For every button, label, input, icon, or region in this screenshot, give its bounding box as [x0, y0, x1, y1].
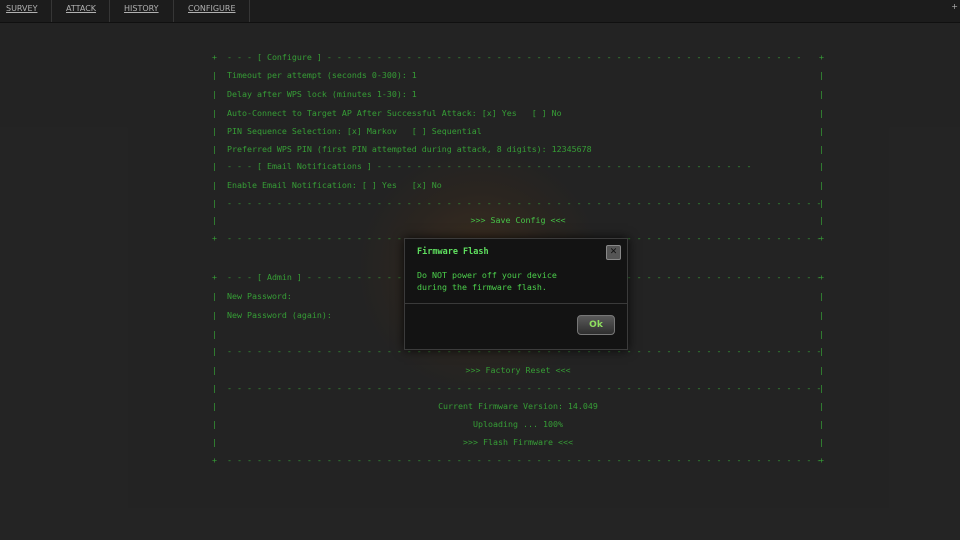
preferred-pin-row[interactable]: | Preferred WPS PIN (first PIN attempted…	[212, 143, 824, 155]
configure-header: + - - - [ Configure ] - - - - - - - - - …	[212, 52, 824, 62]
email-enable-row[interactable]: | Enable Email Notification: [ ] Yes [x]…	[212, 179, 824, 191]
delay-row[interactable]: | Delay after WPS lock (minutes 1-30): 1…	[212, 88, 824, 100]
nav-configure[interactable]: CONFIGURE	[174, 0, 250, 22]
close-icon[interactable]: ✕	[606, 245, 621, 260]
dialog-title: Firmware Flash	[417, 247, 489, 257]
admin-rule-2: | - - - - - - - - - - - - - - - - - - - …	[212, 383, 824, 393]
save-config-button[interactable]: >>> Save Config <<<	[212, 214, 824, 226]
top-navigation: SURVEY ATTACK HISTORY CONFIGURE +	[0, 0, 960, 23]
ok-button[interactable]: Ok	[577, 315, 615, 335]
admin-bottom: + - - - - - - - - - - - - - - - - - - - …	[212, 455, 824, 465]
corner-marker: +	[951, 2, 958, 11]
firmware-version: Current Firmware Version: 14.049	[438, 401, 598, 411]
dialog-divider	[405, 303, 627, 304]
firmware-flash-dialog: Firmware Flash ✕ Do NOT power off your d…	[404, 238, 628, 350]
uploading-row: | Uploading ... 100% |	[212, 419, 824, 429]
flash-firmware-button[interactable]: >>> Flash Firmware <<<	[212, 436, 824, 448]
save-config-row: | >>> Save Config <<< |	[212, 214, 824, 226]
firmware-version-row: | Current Firmware Version: 14.049 |	[212, 401, 824, 411]
autoconnect-row[interactable]: | Auto-Connect to Target AP After Succes…	[212, 107, 824, 119]
nav-attack[interactable]: ATTACK	[52, 0, 110, 22]
pin-sequence-row[interactable]: | PIN Sequence Selection: [x] Markov [ ]…	[212, 125, 824, 137]
timeout-row[interactable]: | Timeout per attempt (seconds 0-300): 1…	[212, 69, 824, 81]
dialog-message: Do NOT power off your device during the …	[417, 270, 557, 292]
upload-status: Uploading ... 100%	[473, 419, 563, 429]
nav-history[interactable]: HISTORY	[110, 0, 174, 22]
factory-reset-button[interactable]: >>> Factory Reset <<<	[212, 364, 824, 376]
factory-reset-row: | >>> Factory Reset <<< |	[212, 364, 824, 376]
flash-firmware-row: | >>> Flash Firmware <<< |	[212, 436, 824, 448]
configure-rule: | - - - - - - - - - - - - - - - - - - - …	[212, 198, 824, 208]
nav-survey[interactable]: SURVEY	[0, 0, 52, 22]
email-header: | - - - [ Email Notifications ] - - - - …	[212, 161, 824, 171]
